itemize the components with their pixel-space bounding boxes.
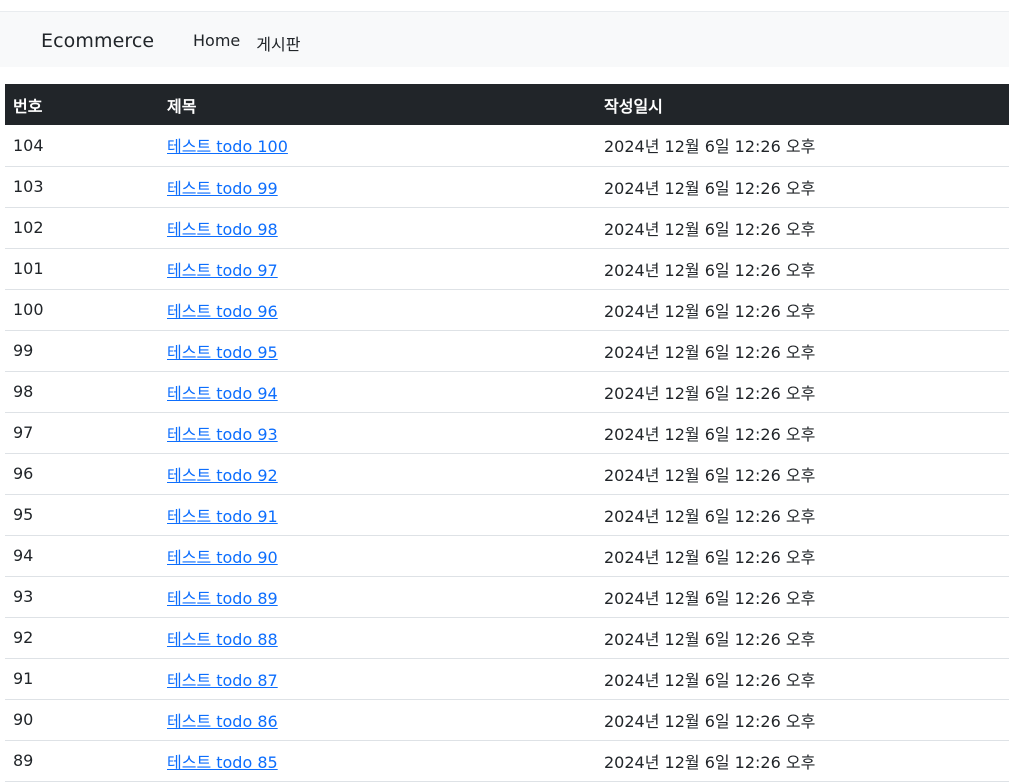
table-row: 96 테스트 todo 92 2024년 12월 6일 12:26 오후 [5, 453, 1009, 495]
table-row: 91 테스트 todo 87 2024년 12월 6일 12:26 오후 [5, 658, 1009, 700]
row-created-date: 2024년 12월 6일 12:26 오후 [596, 248, 1009, 290]
row-title-cell: 테스트 todo 92 [159, 453, 596, 495]
row-title-link[interactable]: 테스트 todo 88 [167, 630, 278, 649]
row-title-cell: 테스트 todo 87 [159, 658, 596, 700]
row-title-cell: 테스트 todo 94 [159, 371, 596, 413]
row-number: 96 [5, 453, 159, 495]
table-row: 104 테스트 todo 100 2024년 12월 6일 12:26 오후 [5, 125, 1009, 167]
header-row: 번호 제목 작성일시 [5, 84, 1009, 125]
board-table-body: 104 테스트 todo 100 2024년 12월 6일 12:26 오후 103 테… [5, 125, 1009, 782]
row-title-link[interactable]: 테스트 todo 87 [167, 671, 278, 690]
row-number: 101 [5, 248, 159, 290]
row-title-link[interactable]: 테스트 todo 92 [167, 466, 278, 485]
row-number: 104 [5, 125, 159, 167]
brand-link[interactable]: Ecommerce [41, 30, 154, 52]
row-number: 97 [5, 412, 159, 454]
row-created-date: 2024년 12월 6일 12:26 오후 [596, 412, 1009, 454]
table-row: 94 테스트 todo 90 2024년 12월 6일 12:26 오후 [5, 535, 1009, 577]
board-table: 번호 제목 작성일시 104 테스트 todo 100 2024년 12월 6일 1… [5, 84, 1009, 782]
row-title-link[interactable]: 테스트 todo 94 [167, 384, 278, 403]
row-title-link[interactable]: 테스트 todo 100 [167, 137, 288, 156]
column-header-created: 작성일시 [596, 84, 1009, 125]
table-row: 101 테스트 todo 97 2024년 12월 6일 12:26 오후 [5, 248, 1009, 290]
row-title-cell: 테스트 todo 86 [159, 699, 596, 741]
row-title-cell: 테스트 todo 88 [159, 617, 596, 659]
row-title-link[interactable]: 테스트 todo 97 [167, 261, 278, 280]
row-number: 95 [5, 494, 159, 536]
row-created-date: 2024년 12월 6일 12:26 오후 [596, 576, 1009, 618]
row-title-link[interactable]: 테스트 todo 90 [167, 548, 278, 567]
row-title-cell: 테스트 todo 99 [159, 166, 596, 208]
row-title-cell: 테스트 todo 98 [159, 207, 596, 249]
row-created-date: 2024년 12월 6일 12:26 오후 [596, 617, 1009, 659]
navbar: Ecommerce Home 게시판 [0, 11, 1009, 67]
row-number: 103 [5, 166, 159, 208]
row-title-cell: 테스트 todo 95 [159, 330, 596, 372]
row-number: 99 [5, 330, 159, 372]
row-title-cell: 테스트 todo 100 [159, 125, 596, 167]
table-row: 95 테스트 todo 91 2024년 12월 6일 12:26 오후 [5, 494, 1009, 536]
row-title-link[interactable]: 테스트 todo 96 [167, 302, 278, 321]
row-created-date: 2024년 12월 6일 12:26 오후 [596, 658, 1009, 700]
row-created-date: 2024년 12월 6일 12:26 오후 [596, 371, 1009, 413]
row-number: 91 [5, 658, 159, 700]
row-title-cell: 테스트 todo 85 [159, 740, 596, 782]
row-title-link[interactable]: 테스트 todo 89 [167, 589, 278, 608]
column-header-title: 제목 [159, 84, 596, 125]
table-row: 90 테스트 todo 86 2024년 12월 6일 12:26 오후 [5, 699, 1009, 741]
table-row: 98 테스트 todo 94 2024년 12월 6일 12:26 오후 [5, 371, 1009, 413]
row-created-date: 2024년 12월 6일 12:26 오후 [596, 453, 1009, 495]
row-title-cell: 테스트 todo 97 [159, 248, 596, 290]
table-row: 93 테스트 todo 89 2024년 12월 6일 12:26 오후 [5, 576, 1009, 618]
nav-link-board[interactable]: 게시판 [256, 31, 300, 55]
row-title-link[interactable]: 테스트 todo 91 [167, 507, 278, 526]
row-title-link[interactable]: 테스트 todo 93 [167, 425, 278, 444]
row-created-date: 2024년 12월 6일 12:26 오후 [596, 535, 1009, 577]
row-created-date: 2024년 12월 6일 12:26 오후 [596, 125, 1009, 167]
nav-links: Home 게시판 [193, 31, 316, 55]
board-table-head: 번호 제목 작성일시 [5, 84, 1009, 125]
table-row: 99 테스트 todo 95 2024년 12월 6일 12:26 오후 [5, 330, 1009, 372]
row-number: 90 [5, 699, 159, 741]
row-title-cell: 테스트 todo 91 [159, 494, 596, 536]
row-title-link[interactable]: 테스트 todo 86 [167, 712, 278, 731]
row-title-link[interactable]: 테스트 todo 98 [167, 220, 278, 239]
row-title-link[interactable]: 테스트 todo 99 [167, 179, 278, 198]
row-title-link[interactable]: 테스트 todo 95 [167, 343, 278, 362]
row-number: 94 [5, 535, 159, 577]
row-number: 89 [5, 740, 159, 782]
row-number: 100 [5, 289, 159, 331]
row-created-date: 2024년 12월 6일 12:26 오후 [596, 289, 1009, 331]
row-title-cell: 테스트 todo 93 [159, 412, 596, 454]
table-row: 103 테스트 todo 99 2024년 12월 6일 12:26 오후 [5, 166, 1009, 208]
nav-link-home[interactable]: Home [193, 31, 240, 55]
table-row: 100 테스트 todo 96 2024년 12월 6일 12:26 오후 [5, 289, 1009, 331]
column-header-number: 번호 [5, 84, 159, 125]
row-number: 102 [5, 207, 159, 249]
row-title-cell: 테스트 todo 96 [159, 289, 596, 331]
table-row: 89 테스트 todo 85 2024년 12월 6일 12:26 오후 [5, 740, 1009, 782]
row-created-date: 2024년 12월 6일 12:26 오후 [596, 740, 1009, 782]
row-created-date: 2024년 12월 6일 12:26 오후 [596, 494, 1009, 536]
row-title-cell: 테스트 todo 89 [159, 576, 596, 618]
row-number: 92 [5, 617, 159, 659]
row-created-date: 2024년 12월 6일 12:26 오후 [596, 330, 1009, 372]
table-row: 97 테스트 todo 93 2024년 12월 6일 12:26 오후 [5, 412, 1009, 454]
row-created-date: 2024년 12월 6일 12:26 오후 [596, 207, 1009, 249]
table-row: 102 테스트 todo 98 2024년 12월 6일 12:26 오후 [5, 207, 1009, 249]
row-title-cell: 테스트 todo 90 [159, 535, 596, 577]
row-number: 98 [5, 371, 159, 413]
table-row: 92 테스트 todo 88 2024년 12월 6일 12:26 오후 [5, 617, 1009, 659]
row-created-date: 2024년 12월 6일 12:26 오후 [596, 699, 1009, 741]
row-created-date: 2024년 12월 6일 12:26 오후 [596, 166, 1009, 208]
row-number: 93 [5, 576, 159, 618]
